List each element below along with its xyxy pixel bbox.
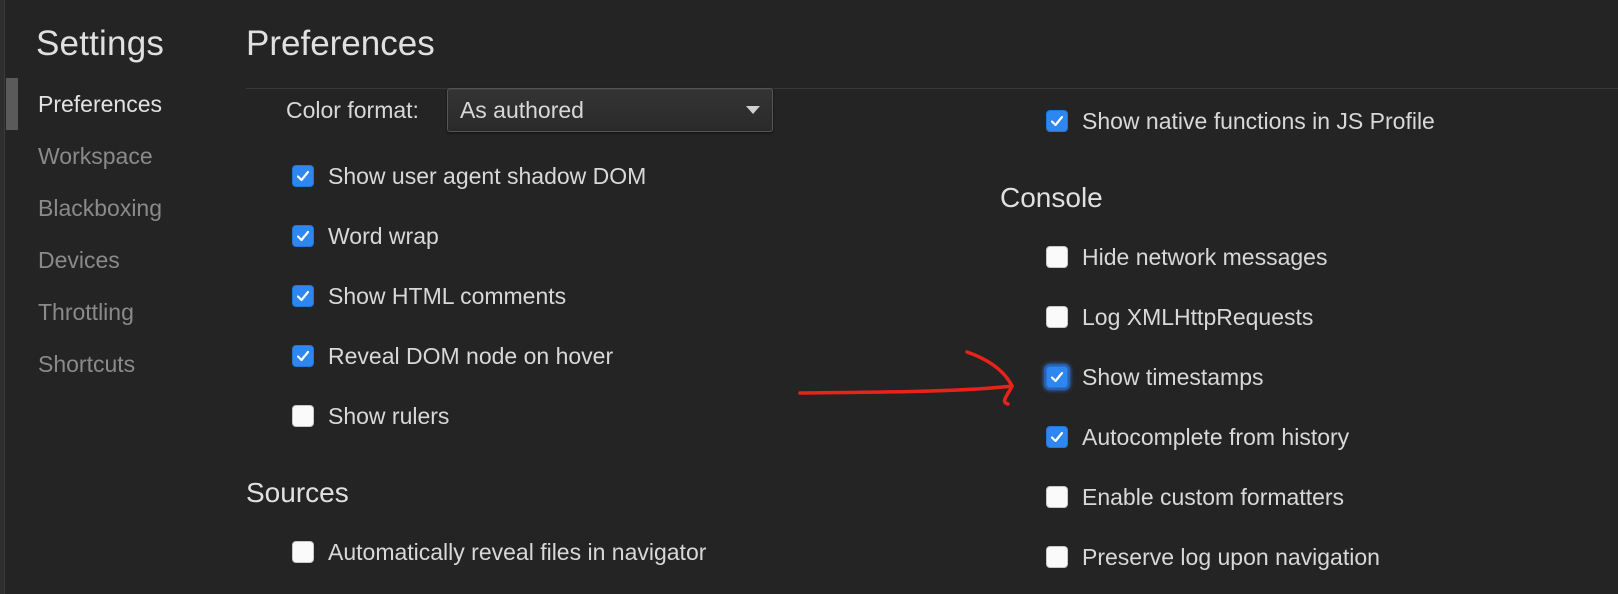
checkmark-icon: [296, 290, 310, 302]
checkmark-icon: [296, 350, 310, 362]
color-format-label: Color format:: [286, 96, 419, 123]
checkbox-label: Hide network messages: [1082, 243, 1328, 270]
checkbox[interactable]: [292, 225, 314, 247]
checkmark-icon: [296, 230, 310, 242]
section-title-sources: Sources: [246, 477, 349, 508]
page-title: Preferences: [246, 24, 435, 63]
option-preserve-log-upon-navigation[interactable]: Preserve log upon navigation: [1046, 540, 1380, 574]
sidebar: Preferences Workspace Blackboxing Device…: [0, 78, 220, 390]
sidebar-item-blackboxing[interactable]: Blackboxing: [0, 182, 220, 234]
checkbox-label: Reveal DOM node on hover: [328, 342, 614, 369]
sidebar-item-preferences[interactable]: Preferences: [0, 78, 220, 130]
checkbox[interactable]: [1046, 426, 1068, 448]
checkbox[interactable]: [1046, 486, 1068, 508]
sidebar-item-label: Workspace: [38, 143, 153, 169]
checkbox-label: Show rulers: [328, 402, 450, 429]
option-show-user-agent-shadow-dom[interactable]: Show user agent shadow DOM: [292, 159, 646, 193]
checkbox-label: Show HTML comments: [328, 282, 567, 309]
checkbox[interactable]: [1046, 366, 1068, 388]
sidebar-title: Settings: [36, 24, 165, 63]
option-show-html-comments[interactable]: Show HTML comments: [292, 279, 566, 313]
checkmark-icon: [1050, 115, 1064, 127]
sidebar-item-shortcuts[interactable]: Shortcuts: [0, 338, 220, 390]
option-reveal-dom-node-on-hover[interactable]: Reveal DOM node on hover: [292, 339, 613, 373]
option-show-timestamps[interactable]: Show timestamps: [1046, 360, 1264, 394]
option-hide-network-messages[interactable]: Hide network messages: [1046, 240, 1327, 274]
option-automatically-reveal-files-in-navigator[interactable]: Automatically reveal files in navigator: [292, 535, 706, 569]
sidebar-item-label: Preferences: [38, 91, 163, 117]
option-show-native-functions-in-js-profile[interactable]: Show native functions in JS Profile: [1046, 104, 1435, 138]
checkbox-label: Autocomplete from history: [1082, 423, 1350, 450]
color-format-select[interactable]: As authored: [446, 88, 773, 132]
checkbox-label: Log XMLHttpRequests: [1082, 303, 1314, 330]
checkbox[interactable]: [292, 541, 314, 563]
checkbox[interactable]: [292, 345, 314, 367]
sidebar-item-label: Blackboxing: [38, 195, 163, 221]
sidebar-item-throttling[interactable]: Throttling: [0, 286, 220, 338]
sidebar-item-label: Shortcuts: [38, 351, 136, 377]
checkmark-icon: [1050, 371, 1064, 383]
checkbox-label: Preserve log upon navigation: [1082, 543, 1380, 570]
checkbox[interactable]: [1046, 546, 1068, 568]
checkbox-label: Enable custom formatters: [1082, 483, 1345, 510]
checkbox-label: Word wrap: [328, 222, 439, 249]
sidebar-item-label: Devices: [38, 247, 120, 273]
option-show-rulers[interactable]: Show rulers: [292, 399, 449, 433]
checkbox[interactable]: [1046, 110, 1068, 132]
selection-indicator: [6, 78, 18, 130]
sidebar-item-workspace[interactable]: Workspace: [0, 130, 220, 182]
checkbox[interactable]: [1046, 306, 1068, 328]
checkbox[interactable]: [1046, 246, 1068, 268]
section-title-console: Console: [1000, 182, 1103, 213]
checkbox-label: Show user agent shadow DOM: [328, 162, 647, 189]
sidebar-item-label: Throttling: [38, 299, 134, 325]
checkbox[interactable]: [292, 405, 314, 427]
option-autocomplete-from-history[interactable]: Autocomplete from history: [1046, 420, 1349, 454]
checkmark-icon: [296, 170, 310, 182]
color-format-value: As authored: [459, 97, 584, 123]
option-word-wrap[interactable]: Word wrap: [292, 219, 439, 253]
sidebar-item-devices[interactable]: Devices: [0, 234, 220, 286]
checkmark-icon: [1050, 431, 1064, 443]
settings-window: Settings Preferences Workspace Blackboxi…: [0, 0, 1618, 594]
checkbox-label: Automatically reveal files in navigator: [328, 538, 707, 565]
checkbox-label: Show native functions in JS Profile: [1082, 107, 1435, 134]
annotation-arrow-icon: [798, 350, 1014, 406]
checkbox[interactable]: [292, 285, 314, 307]
checkbox-label: Show timestamps: [1082, 363, 1264, 390]
color-format-row: Color format: As authored: [286, 88, 773, 132]
option-log-xmlhttprequests[interactable]: Log XMLHttpRequests: [1046, 300, 1313, 334]
option-enable-custom-formatters[interactable]: Enable custom formatters: [1046, 480, 1344, 514]
chevron-down-icon: [745, 106, 760, 114]
checkbox[interactable]: [292, 165, 314, 187]
